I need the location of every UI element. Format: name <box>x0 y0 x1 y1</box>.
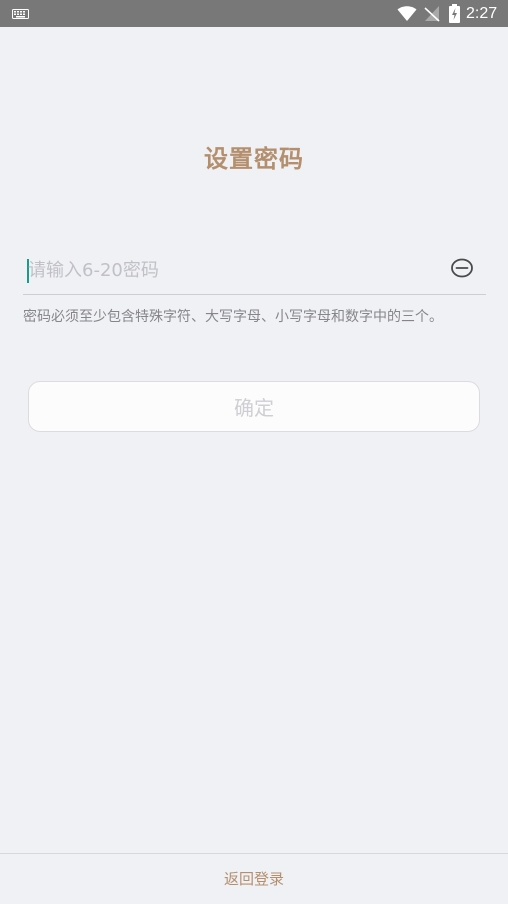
eye-icon[interactable] <box>449 257 475 279</box>
no-signal-icon <box>424 6 440 22</box>
password-input[interactable] <box>28 254 438 286</box>
password-field[interactable] <box>23 248 486 295</box>
password-rule-hint: 密码必须至少包含特殊字符、大写字母、小写字母和数字中的三个。 <box>23 309 443 325</box>
back-to-login-link[interactable]: 返回登录 <box>0 854 508 904</box>
wifi-icon <box>397 6 417 21</box>
page-title: 设置密码 <box>204 145 304 173</box>
set-password-screen: 2:27 设置密码 密码必须至少包含特殊字符、大写字母、小写字母和数字中的三个。… <box>0 0 508 904</box>
status-time: 2:27 <box>466 5 498 22</box>
battery-charging-icon <box>449 4 460 23</box>
status-bar: 2:27 <box>0 0 508 27</box>
keyboard-icon <box>12 9 29 19</box>
bottom-bar: 返回登录 <box>0 853 508 904</box>
confirm-button[interactable]: 确定 <box>28 381 480 432</box>
